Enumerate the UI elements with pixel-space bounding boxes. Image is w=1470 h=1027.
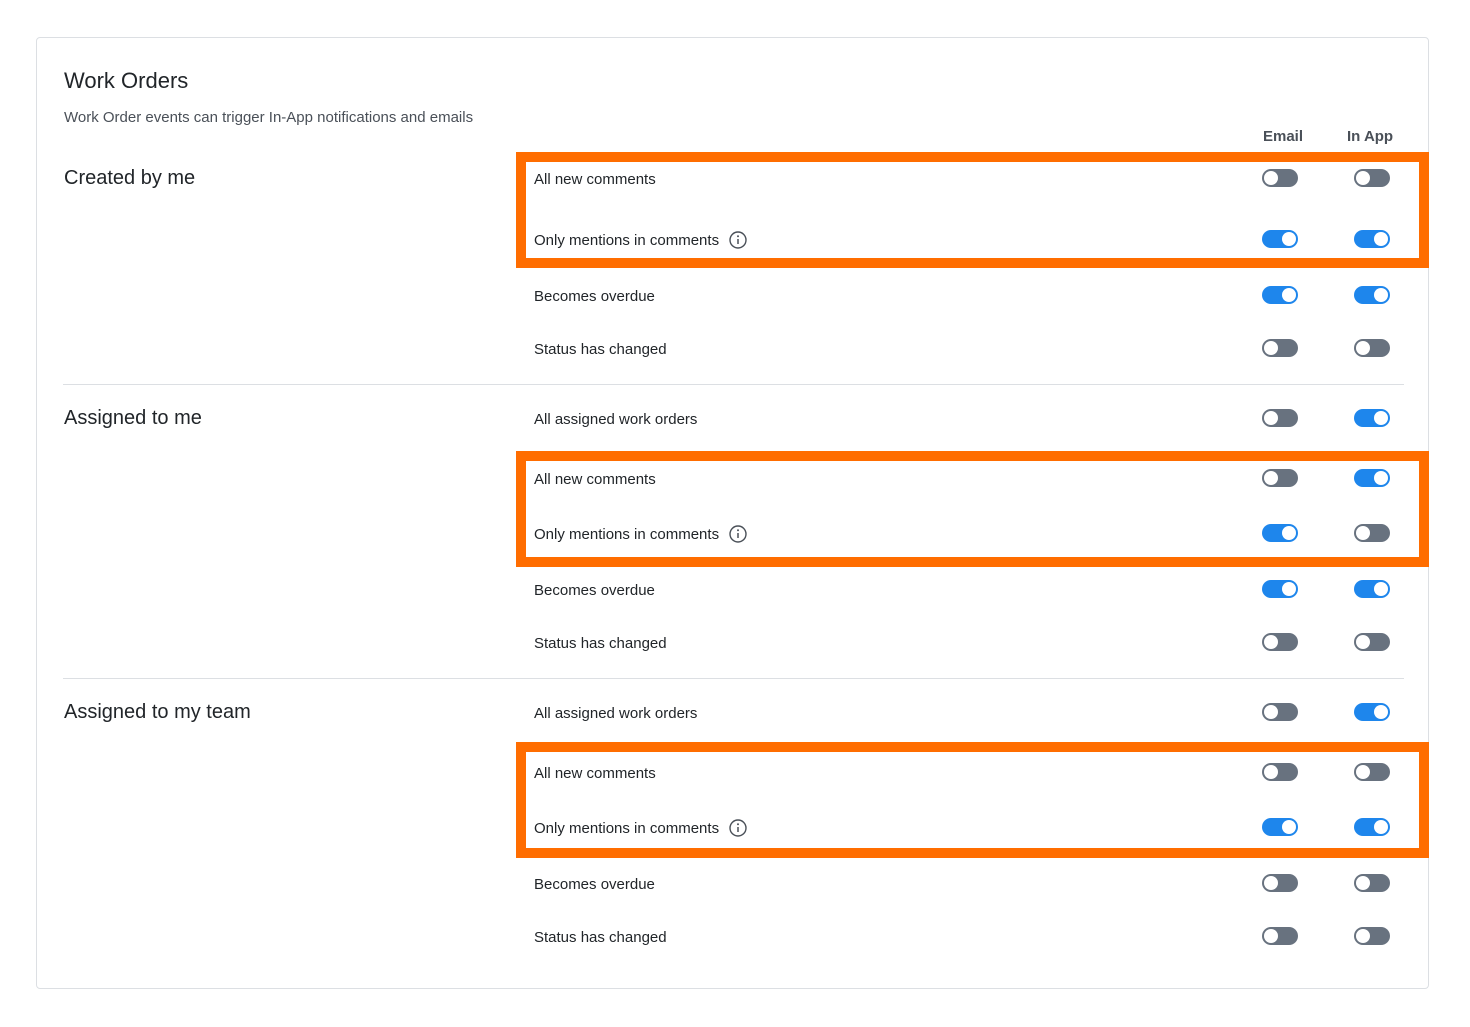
toggle-knob — [1282, 288, 1296, 302]
in-app-toggle[interactable] — [1354, 339, 1390, 357]
toggle-knob — [1264, 765, 1278, 779]
row-label: All new comments — [534, 762, 656, 784]
toggle-knob — [1264, 471, 1278, 485]
section-divider — [63, 678, 1404, 679]
row-label-text: Only mentions in comments — [534, 231, 720, 249]
row-label-text: Status has changed — [534, 340, 667, 358]
email-column-header: Email — [1263, 128, 1304, 145]
row-label-text: Becomes overdue — [534, 287, 655, 305]
email-toggle[interactable] — [1262, 469, 1298, 487]
toggle-knob — [1356, 929, 1370, 943]
toggle-knob — [1282, 820, 1296, 834]
in-app-toggle[interactable] — [1354, 818, 1390, 836]
page-subtitle: Work Order events can trigger In-App not… — [64, 109, 474, 126]
section-divider — [63, 384, 1404, 385]
row-label: Becomes overdue — [534, 873, 655, 895]
toggle-knob — [1356, 171, 1370, 185]
info-icon[interactable] — [729, 231, 747, 249]
row-label: All new comments — [534, 468, 656, 490]
work-orders-card — [36, 37, 1429, 989]
toggle-knob — [1356, 635, 1370, 649]
email-toggle[interactable] — [1262, 927, 1298, 945]
in-app-toggle[interactable] — [1354, 286, 1390, 304]
email-toggle[interactable] — [1262, 230, 1298, 248]
toggle-knob — [1374, 232, 1388, 246]
toggle-knob — [1374, 288, 1388, 302]
in-app-toggle[interactable] — [1354, 927, 1390, 945]
toggle-knob — [1282, 582, 1296, 596]
email-toggle[interactable] — [1262, 763, 1298, 781]
toggle-knob — [1374, 471, 1388, 485]
email-toggle[interactable] — [1262, 524, 1298, 542]
toggle-knob — [1374, 705, 1388, 719]
email-toggle[interactable] — [1262, 580, 1298, 598]
row-label-text: All new comments — [534, 764, 656, 782]
in-app-toggle[interactable] — [1354, 169, 1390, 187]
toggle-knob — [1282, 526, 1296, 540]
row-label: Only mentions in comments — [534, 523, 747, 545]
row-label: Only mentions in comments — [534, 817, 747, 839]
row-label-text: Only mentions in comments — [534, 525, 720, 543]
row-label-text: All assigned work orders — [534, 410, 698, 428]
in-app-toggle[interactable] — [1354, 763, 1390, 781]
row-label: All new comments — [534, 168, 656, 190]
toggle-knob — [1264, 411, 1278, 425]
row-label-text: Status has changed — [534, 634, 667, 652]
row-label: Status has changed — [534, 632, 667, 654]
email-toggle[interactable] — [1262, 633, 1298, 651]
in-app-toggle[interactable] — [1354, 874, 1390, 892]
toggle-knob — [1356, 526, 1370, 540]
toggle-knob — [1282, 232, 1296, 246]
row-label-text: All new comments — [534, 470, 656, 488]
section-title-created-by-me: Created by me — [64, 167, 196, 189]
toggle-knob — [1356, 341, 1370, 355]
row-label: Becomes overdue — [534, 579, 655, 601]
toggle-knob — [1374, 411, 1388, 425]
row-label: Status has changed — [534, 338, 667, 360]
in-app-toggle[interactable] — [1354, 524, 1390, 542]
toggle-knob — [1374, 820, 1388, 834]
row-label-text: Status has changed — [534, 928, 667, 946]
email-toggle[interactable] — [1262, 818, 1298, 836]
in-app-toggle[interactable] — [1354, 409, 1390, 427]
in-app-toggle[interactable] — [1354, 633, 1390, 651]
email-toggle[interactable] — [1262, 409, 1298, 427]
row-label-text: All new comments — [534, 170, 656, 188]
row-label: Only mentions in comments — [534, 229, 747, 251]
section-title-assigned-to-my-team: Assigned to my team — [64, 701, 251, 723]
toggle-knob — [1356, 876, 1370, 890]
row-label-text: All assigned work orders — [534, 704, 698, 722]
toggle-knob — [1374, 582, 1388, 596]
in-app-toggle[interactable] — [1354, 703, 1390, 721]
row-label-text: Only mentions in comments — [534, 819, 720, 837]
toggle-knob — [1356, 765, 1370, 779]
row-label: All assigned work orders — [534, 408, 697, 430]
info-icon[interactable] — [729, 525, 747, 543]
email-toggle[interactable] — [1262, 169, 1298, 187]
page-title: Work Orders — [64, 68, 189, 93]
toggle-knob — [1264, 341, 1278, 355]
toggle-knob — [1264, 171, 1278, 185]
in-app-toggle[interactable] — [1354, 230, 1390, 248]
in-app-toggle[interactable] — [1354, 469, 1390, 487]
section-title-assigned-to-me: Assigned to me — [64, 407, 202, 429]
row-label-text: Becomes overdue — [534, 875, 655, 893]
toggle-knob — [1264, 929, 1278, 943]
row-label: Becomes overdue — [534, 285, 655, 307]
toggle-knob — [1264, 876, 1278, 890]
row-label: Status has changed — [534, 926, 667, 948]
toggle-knob — [1264, 635, 1278, 649]
email-toggle[interactable] — [1262, 874, 1298, 892]
email-toggle[interactable] — [1262, 286, 1298, 304]
row-label: All assigned work orders — [534, 702, 697, 724]
toggle-knob — [1264, 705, 1278, 719]
row-label-text: Becomes overdue — [534, 581, 655, 599]
inapp-column-header: In App — [1347, 128, 1394, 145]
email-toggle[interactable] — [1262, 703, 1298, 721]
email-toggle[interactable] — [1262, 339, 1298, 357]
info-icon[interactable] — [729, 819, 747, 837]
in-app-toggle[interactable] — [1354, 580, 1390, 598]
